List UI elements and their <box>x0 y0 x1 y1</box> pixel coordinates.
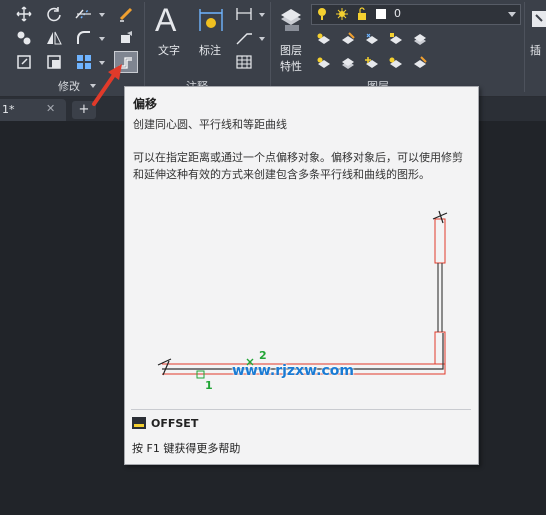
layer-tool-1-icon[interactable] <box>314 30 334 48</box>
insert-label[interactable]: 插 <box>530 42 541 58</box>
point-2-label: 2 <box>259 349 267 362</box>
layer-tool-10-icon[interactable] <box>410 54 430 72</box>
mirror-icon[interactable] <box>44 29 64 47</box>
panel-separator <box>524 2 525 92</box>
layer-tool-6-icon[interactable] <box>314 54 334 72</box>
leader-icon[interactable] <box>234 29 254 47</box>
layer-combo[interactable]: 0 <box>311 4 521 25</box>
insert-block-icon[interactable] <box>530 6 546 34</box>
close-tab-icon[interactable]: ✕ <box>46 102 55 115</box>
table-icon[interactable] <box>234 53 254 71</box>
layer-combo-value: 0 <box>394 7 401 20</box>
layer-state-icons <box>318 7 386 20</box>
modify-panel-title[interactable]: 修改 <box>58 78 80 94</box>
upper-bar-outline <box>434 218 446 264</box>
stretch-icon[interactable] <box>14 53 34 71</box>
layer-combo-arrow[interactable] <box>508 12 516 17</box>
tooltip-command: OFFSET <box>151 417 199 430</box>
linear-dropdown-arrow[interactable] <box>259 13 265 17</box>
move-icon[interactable] <box>14 5 34 23</box>
layer-tool-9-icon[interactable] <box>386 54 406 72</box>
watermark: www.rjzxw.com <box>232 363 354 379</box>
layer-properties-label[interactable]: 图层 <box>280 42 302 58</box>
offset-tooltip: 偏移 创建同心圆、平行线和等距曲线 可以在指定距离或通过一个点偏移对象。偏移对象… <box>124 86 479 465</box>
red-arrow-annotation <box>92 64 122 106</box>
layer-properties-label-2[interactable]: 特性 <box>280 58 302 74</box>
endpoint-tick-left <box>157 358 172 376</box>
command-icon <box>132 417 146 429</box>
layer-tool-8-icon[interactable] <box>362 54 382 72</box>
trim-icon[interactable] <box>74 5 94 23</box>
layer-tool-5-icon[interactable] <box>410 30 430 48</box>
offset-outline-red-line <box>162 331 446 365</box>
tooltip-body: 可以在指定距离或通过一个点偏移对象。偏移对象后，可以使用修剪和延伸这种有效的方式… <box>133 151 463 181</box>
tooltip-help: 按 F1 键获得更多帮助 <box>132 442 241 455</box>
rotate-icon[interactable] <box>44 5 64 23</box>
layer-tool-2-icon[interactable] <box>338 30 358 48</box>
panel-separator <box>270 2 271 92</box>
vertical-lines <box>437 263 443 332</box>
document-tab-title: 1* <box>2 103 15 116</box>
layer-tool-7-icon[interactable] <box>338 54 358 72</box>
tooltip-description: 创建同心圆、平行线和等距曲线 <box>133 118 287 131</box>
scale-icon[interactable] <box>44 53 64 71</box>
layer-properties-icon[interactable] <box>278 4 304 34</box>
tooltip-title: 偏移 <box>133 97 158 111</box>
document-tab[interactable]: 1* ✕ <box>0 99 66 121</box>
explode-icon[interactable] <box>116 29 136 47</box>
trim-dropdown-arrow[interactable] <box>99 13 105 17</box>
fillet-icon[interactable] <box>74 29 94 47</box>
point-1-label: 1 <box>205 379 213 392</box>
leader-dropdown-arrow[interactable] <box>259 37 265 41</box>
dimension-label[interactable]: 标注 <box>199 42 221 58</box>
copy-icon[interactable] <box>14 29 34 47</box>
ribbon: 修改 A 文字 标注 注释 图层 特性 0 <box>0 0 546 97</box>
tooltip-divider <box>131 409 471 410</box>
erase-icon[interactable] <box>116 5 136 23</box>
dimension-icon[interactable] <box>196 6 226 34</box>
text-label[interactable]: 文字 <box>158 42 180 58</box>
panel-separator <box>144 2 145 92</box>
layer-tool-3-icon[interactable] <box>362 30 382 48</box>
linear-dimension-icon[interactable] <box>234 5 254 23</box>
layer-tool-4-icon[interactable] <box>386 30 406 48</box>
fillet-dropdown-arrow[interactable] <box>99 37 105 41</box>
text-icon[interactable]: A <box>155 3 185 37</box>
